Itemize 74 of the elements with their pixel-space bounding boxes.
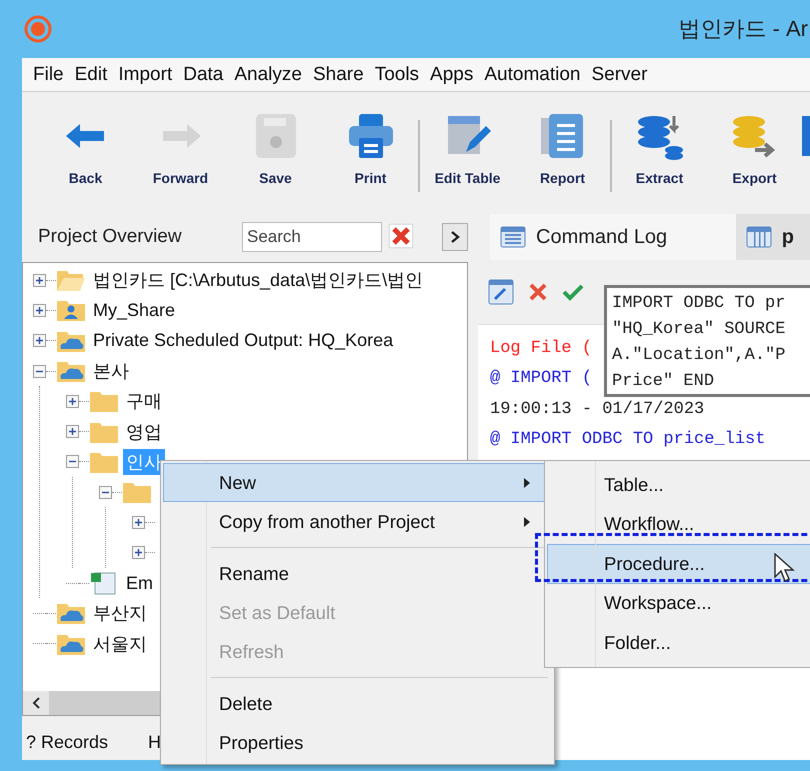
table-icon — [746, 226, 772, 248]
log-line: @ IMPORT ODBC TO price_list — [490, 428, 766, 451]
toolbar-button[interactable]: Print — [323, 112, 418, 202]
status-text: H — [148, 732, 162, 752]
scroll-left-icon[interactable] — [32, 697, 40, 709]
tree-item[interactable]: Private Scheduled Output: HQ_Korea — [90, 329, 396, 352]
edit-command-icon[interactable] — [488, 279, 514, 305]
user-folder-icon — [56, 298, 86, 322]
menu-item[interactable]: Data — [182, 64, 234, 86]
menu-item[interactable]: Delete — [163, 684, 552, 723]
plus-box-icon[interactable] — [33, 334, 46, 348]
toolbar-button[interactable]: Back — [38, 112, 133, 202]
panel-title: Project Overview — [38, 226, 183, 248]
expand-panel-button[interactable] — [442, 223, 468, 251]
tree-item[interactable]: 법인카드 [C:\Arbutus_data\법인카드\법인 — [90, 267, 426, 294]
window-title: 법인카드 - Ar — [678, 15, 808, 43]
plus-box-icon[interactable] — [33, 304, 46, 317]
log-line: 19:00:13 - 01/17/2023 — [490, 398, 704, 421]
menu-item[interactable]: Workflow... — [547, 504, 810, 544]
toolbar-button[interactable]: Report — [515, 112, 610, 202]
app-logo-icon — [24, 15, 52, 43]
log-line: @ IMPORT ( — [490, 368, 592, 390]
tree-item[interactable]: 서울지 — [90, 630, 150, 657]
menu-item[interactable]: Edit — [74, 64, 118, 86]
plus-box-icon[interactable] — [132, 546, 145, 560]
plus-box-icon[interactable] — [66, 425, 79, 438]
print-icon — [346, 112, 394, 160]
clear-search-button[interactable] — [388, 224, 414, 250]
menu-item[interactable]: Share — [312, 64, 374, 86]
menu-item[interactable]: Automation — [483, 64, 590, 86]
menu-item[interactable]: Workspace... — [547, 584, 810, 623]
menu-item[interactable]: Procedure... — [547, 544, 810, 584]
tooltip-line: A."Location",A."P — [612, 345, 786, 367]
mouse-pointer-icon — [774, 553, 796, 583]
tree-item[interactable]: 구매 — [123, 388, 165, 414]
menu-item[interactable]: Folder... — [547, 623, 810, 662]
tree-item[interactable]: 영업 — [123, 418, 165, 445]
tab[interactable]: Command Log — [490, 214, 736, 260]
tree-item[interactable]: 본사 — [90, 358, 132, 384]
plus-box-icon[interactable] — [132, 516, 145, 530]
tree-item[interactable]: Em — [123, 572, 156, 595]
plus-box-icon[interactable] — [66, 394, 79, 408]
status-text: ? Records — [26, 732, 108, 752]
log-line: Log File ( — [490, 338, 592, 360]
menu-item[interactable]: Apps — [429, 64, 484, 86]
list-icon — [500, 226, 526, 248]
menu-item[interactable]: Import — [117, 64, 182, 86]
tooltip-line: IMPORT ODBC TO pr — [612, 293, 786, 315]
folder-icon — [89, 389, 119, 414]
cloud-folder-icon — [56, 601, 86, 626]
tree-item[interactable]: My_Share — [90, 298, 178, 322]
minus-box-icon[interactable] — [66, 455, 79, 468]
tooltip-line: "HQ_Korea" SOURCE — [612, 319, 786, 341]
chevron-right-icon — [450, 231, 460, 243]
menu-item[interactable]: Tools — [374, 64, 430, 86]
toolbar-button[interactable]: Edit Table — [420, 112, 515, 202]
tab[interactable]: p — [736, 214, 810, 260]
menu-item[interactable]: Properties — [163, 723, 552, 762]
tree-item[interactable]: 부산지 — [90, 600, 150, 626]
cloud-folder-icon — [56, 359, 86, 384]
toolbar-button[interactable]: Export — [707, 112, 802, 202]
toolbar-button[interactable]: Extract — [612, 112, 707, 202]
menu-item[interactable]: File — [32, 64, 74, 86]
menu-item[interactable]: Server — [590, 64, 658, 86]
minus-box-icon[interactable] — [99, 486, 112, 499]
folder-icon — [122, 480, 152, 504]
close-icon[interactable] — [528, 282, 548, 302]
checkmark-icon[interactable] — [562, 282, 584, 302]
plus-box-icon[interactable] — [33, 274, 46, 287]
open-folder-icon — [56, 268, 86, 292]
menu-item[interactable]: Analyze — [233, 64, 312, 86]
tooltip-line: Price" END — [612, 371, 716, 393]
search-field[interactable]: Search — [242, 222, 382, 252]
minus-box-icon[interactable] — [33, 364, 46, 378]
